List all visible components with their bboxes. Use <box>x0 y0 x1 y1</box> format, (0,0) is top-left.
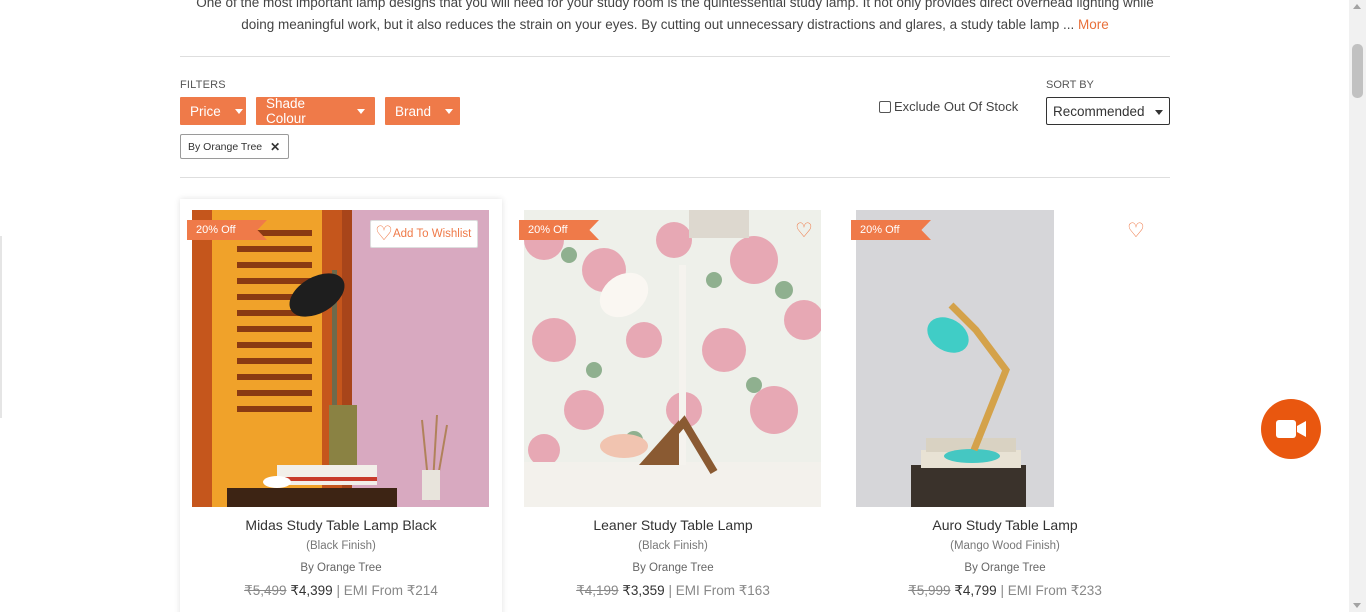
scroll-down-arrow[interactable] <box>1353 603 1361 608</box>
product-title[interactable]: Leaner Study Table Lamp <box>512 517 834 533</box>
filter-brand-button[interactable]: Brand <box>385 97 460 125</box>
page-scrollbar[interactable] <box>1349 0 1366 612</box>
current-price: ₹4,799 <box>954 583 997 598</box>
current-price: ₹4,399 <box>290 583 333 598</box>
old-price: ₹5,499 <box>244 583 287 598</box>
scroll-up-arrow[interactable] <box>1353 4 1361 9</box>
product-brand: By Orange Tree <box>300 562 382 574</box>
emi-info: | EMI From ₹214 <box>336 583 438 598</box>
product-card[interactable]: 20% Off ♡ Leaner Study Table Lamp (Black… <box>512 199 834 612</box>
category-description: One of the most important lamp designs t… <box>180 0 1170 36</box>
chevron-down-icon <box>445 108 454 114</box>
emi-info: | EMI From ₹233 <box>1000 583 1102 598</box>
discount-badge: 20% Off <box>187 220 267 240</box>
product-image[interactable] <box>856 210 1054 507</box>
scroll-thumb[interactable] <box>1352 44 1363 98</box>
current-price: ₹3,359 <box>622 583 665 598</box>
left-edge-divider <box>0 236 2 418</box>
product-title[interactable]: Auro Study Table Lamp <box>844 517 1166 533</box>
product-card[interactable]: 20% Off ♡ Add To Wishlist Midas Study Ta… <box>180 199 502 612</box>
video-camera-icon <box>1276 420 1306 438</box>
sort-select[interactable]: Recommended <box>1046 97 1170 125</box>
divider-filters <box>180 177 1170 178</box>
intro-line-1: One of the most important lamp designs t… <box>196 0 1154 10</box>
chevron-down-icon <box>1155 110 1163 115</box>
heart-icon[interactable]: ♡ <box>1127 218 1145 243</box>
close-icon[interactable]: ✕ <box>270 140 280 154</box>
product-image[interactable] <box>524 210 821 507</box>
product-finish: (Mango Wood Finish) <box>950 540 1060 552</box>
heart-icon: ♡ <box>375 223 393 245</box>
product-price: ₹5,499 ₹4,399 | EMI From ₹214 <box>180 583 502 599</box>
heart-icon[interactable]: ♡ <box>795 218 813 243</box>
filter-price-button[interactable]: Price <box>180 97 246 125</box>
discount-badge: 20% Off <box>519 220 599 240</box>
intro-line-2: doing meaningful work, but it also reduc… <box>241 17 1109 32</box>
old-price: ₹4,199 <box>576 583 619 598</box>
add-to-wishlist-button[interactable]: ♡ Add To Wishlist <box>370 220 479 248</box>
divider-top <box>180 56 1170 57</box>
chevron-down-icon <box>357 108 365 114</box>
discount-badge: 20% Off <box>851 220 931 240</box>
old-price: ₹5,999 <box>908 583 951 598</box>
chevron-down-icon <box>234 108 243 114</box>
product-brand: By Orange Tree <box>632 562 714 574</box>
filters-label: FILTERS <box>180 79 226 91</box>
sort-label: SORT BY <box>1046 79 1094 91</box>
more-link[interactable]: More <box>1078 17 1109 32</box>
product-card[interactable]: 20% Off ♡ Auro Study Table Lamp (Mango W… <box>844 199 1166 612</box>
filter-shade-colour-button[interactable]: Shade Colour <box>256 96 375 126</box>
exclude-checkbox[interactable] <box>879 100 891 113</box>
product-title[interactable]: Midas Study Table Lamp Black <box>180 517 502 533</box>
active-filter-chip: By Orange Tree ✕ <box>180 134 290 159</box>
product-image[interactable] <box>192 210 489 507</box>
product-brand: By Orange Tree <box>964 562 1046 574</box>
product-price: ₹5,999 ₹4,799 | EMI From ₹233 <box>844 583 1166 599</box>
exclude-out-of-stock[interactable]: Exclude Out Of Stock <box>879 99 1018 114</box>
video-call-button[interactable] <box>1261 399 1321 459</box>
product-finish: (Black Finish) <box>638 540 708 552</box>
emi-info: | EMI From ₹163 <box>668 583 770 598</box>
product-finish: (Black Finish) <box>306 540 376 552</box>
product-price: ₹4,199 ₹3,359 | EMI From ₹163 <box>512 583 834 599</box>
